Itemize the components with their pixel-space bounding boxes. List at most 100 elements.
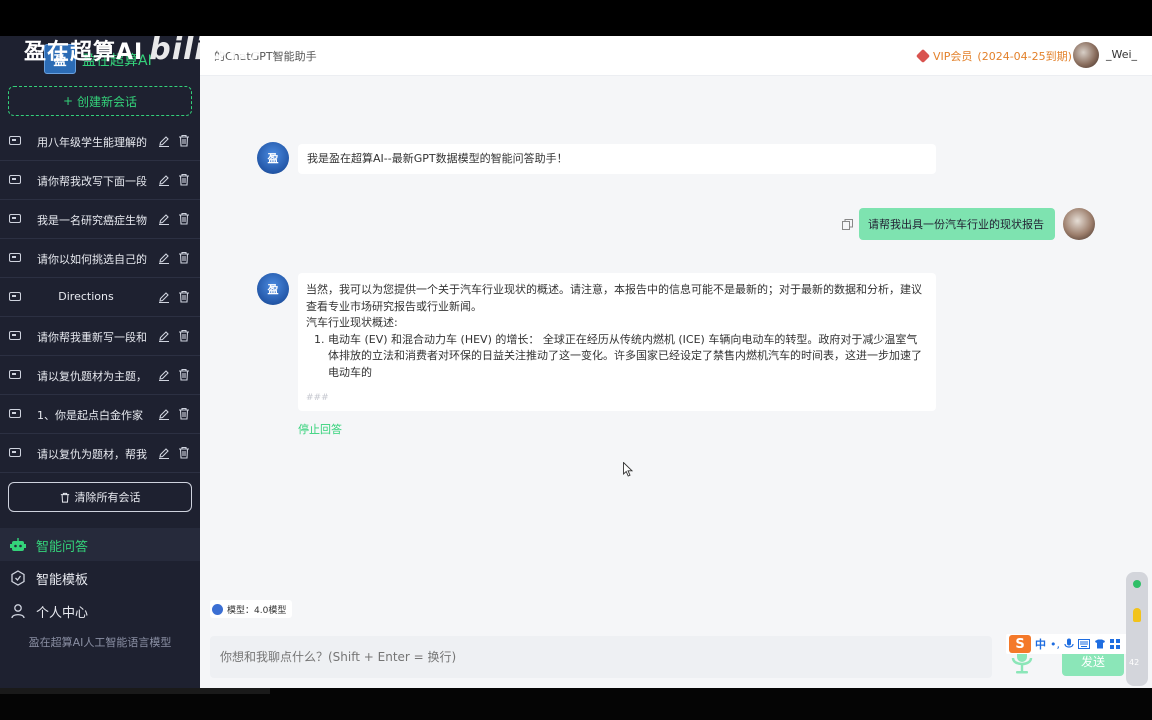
username[interactable]: _Wei_ (1106, 48, 1137, 61)
ime-punct[interactable]: •, (1050, 638, 1060, 651)
top-black-bar (0, 0, 1152, 36)
chat-item[interactable]: 请以复仇题材为主题， (0, 356, 200, 395)
bot-avatar: 盈 (257, 273, 289, 305)
chat-bubble-icon (9, 175, 21, 184)
chat-item[interactable]: 请以复仇为题材，帮我 (0, 434, 200, 473)
answer-intro: 当然，我可以为您提供一个关于汽车行业现状的概述。请注意，本报告中的信息可能不是最… (306, 283, 922, 313)
clear-all-button[interactable]: 清除所有会话 (8, 482, 192, 512)
nav-label: 智能模板 (36, 573, 89, 588)
user-icon (11, 604, 25, 619)
trash-icon[interactable] (178, 368, 190, 381)
chat-item-label: 请以复仇为题材，帮我 (37, 448, 147, 461)
bot-greeting-bubble: 我是盈在超算AI--最新GPT数据模型的智能问答助手！ (298, 144, 936, 174)
chat-item-label: 请以复仇题材为主题， (37, 370, 147, 383)
nav-label: 个人中心 (36, 606, 89, 621)
chat-bubble-icon (9, 370, 21, 379)
chat-item[interactable]: 1、你是起点白金作家 (0, 395, 200, 434)
chat-item[interactable]: 请你帮我重新写一段和 (0, 317, 200, 356)
vip-badge[interactable]: VIP会员 (2024-04-25到期) (915, 48, 1072, 64)
chat-item[interactable]: 请你以如何挑选自己的 (0, 239, 200, 278)
ime-skin-icon[interactable] (1094, 639, 1106, 649)
sidebar: 盈 盈在超算AI + 创建新会话 用八年级学生能理解的 请你帮我改写下面一段 我… (0, 36, 200, 688)
floating-widget[interactable]: 42 (1126, 572, 1148, 686)
model-label: 模型：4.0模型 (227, 605, 287, 616)
answer-list-item: 电动车 (EV) 和混合动力车 (HEV) 的增长： 全球正在经历从传统内燃机 … (328, 332, 928, 382)
plus-icon: + (62, 94, 74, 108)
chat-item[interactable]: 用八年级学生能理解的 (0, 122, 200, 161)
ime-mode[interactable]: 中 (1035, 636, 1046, 652)
chat-bubble-icon (9, 292, 21, 301)
edit-icon[interactable] (158, 291, 170, 303)
lightbulb-icon[interactable] (1133, 608, 1141, 622)
nav-personal-center[interactable]: 个人中心 (0, 594, 200, 627)
model-icon (212, 603, 223, 615)
edit-icon[interactable] (158, 174, 170, 186)
trash-icon[interactable] (178, 251, 190, 264)
chat-bubble-icon (9, 214, 21, 223)
clear-all-label: 清除所有会话 (74, 491, 141, 504)
chat-item-label: 我是一名研究癌症生物 (37, 214, 147, 227)
chat-item[interactable]: Directions (0, 278, 200, 317)
video-watermark: 盈在超算AI bilibili (24, 32, 262, 67)
nav-label: 智能问答 (36, 540, 89, 555)
bot-avatar: 盈 (257, 142, 289, 174)
new-chat-button[interactable]: + 创建新会话 (8, 86, 192, 116)
edit-icon[interactable] (158, 408, 170, 420)
chat-bubble-icon (9, 331, 21, 340)
main-panel: 的ChatGPT智能助手 VIP会员 (2024-04-25到期) _Wei_ … (200, 36, 1152, 688)
stop-answer-button[interactable]: 停止回答 (298, 421, 342, 437)
chat-item[interactable]: 请你帮我改写下面一段 (0, 161, 200, 200)
slogan: 盈在超算AI人工智能语言模型 (28, 636, 172, 649)
edit-icon[interactable] (158, 213, 170, 225)
trash-icon[interactable] (178, 290, 190, 303)
user-message-text: 请帮我出具一份汽车行业的现状报告 (868, 218, 1044, 231)
robot-icon (10, 538, 26, 551)
trash-icon[interactable] (178, 212, 190, 225)
watermark-site: bilibili (149, 32, 262, 67)
trash-icon[interactable] (178, 446, 190, 459)
chat-item-label: 用八年级学生能理解的 (37, 136, 147, 149)
chat-item-label: Directions (58, 290, 114, 303)
ime-keyboard-icon[interactable] (1078, 639, 1090, 649)
chat-item-label: 请你帮我改写下面一段 (37, 175, 147, 188)
chat-bubble-icon (9, 448, 21, 457)
nav-smart-template[interactable]: 智能模板 (0, 561, 200, 594)
trash-icon (60, 492, 69, 503)
edit-icon[interactable] (158, 135, 170, 147)
widget-value: 42 (1129, 658, 1140, 667)
avatar[interactable] (1073, 42, 1099, 68)
edit-icon[interactable] (158, 252, 170, 264)
nav-smart-qa[interactable]: 智能问答 (0, 528, 200, 561)
chat-bubble-icon (9, 253, 21, 262)
answer-heading: 汽车行业现状概述: (306, 316, 398, 329)
chat-bubble-icon (9, 136, 21, 145)
diamond-icon (915, 48, 931, 64)
vip-expiry: (2024-04-25到期) (977, 50, 1072, 63)
trash-icon[interactable] (178, 329, 190, 342)
chat-input[interactable] (210, 636, 992, 678)
trash-icon[interactable] (178, 407, 190, 420)
chat-item[interactable]: 我是一名研究癌症生物 (0, 200, 200, 239)
ime-logo-icon: S (1009, 635, 1031, 653)
ime-apps-icon[interactable] (1110, 639, 1120, 649)
ime-mic-icon[interactable] (1064, 638, 1074, 650)
screen: 盈 盈在超算AI + 创建新会话 用八年级学生能理解的 请你帮我改写下面一段 我… (0, 0, 1152, 720)
answer-tail: ### (306, 393, 329, 403)
user-message-bubble: 请帮我出具一份汽车行业的现状报告 (859, 208, 1055, 240)
copy-icon[interactable] (842, 219, 853, 230)
trash-icon[interactable] (178, 173, 190, 186)
status-dot-icon (1133, 580, 1141, 588)
main-nav: 智能问答 智能模板 个人中心 (0, 528, 200, 627)
chat-list: 用八年级学生能理解的 请你帮我改写下面一段 我是一名研究癌症生物 请你以如何挑选… (0, 122, 200, 473)
header: 的ChatGPT智能助手 VIP会员 (2024-04-25到期) _Wei_ (200, 36, 1152, 76)
model-selector[interactable]: 模型：4.0模型 (210, 600, 293, 618)
edit-icon[interactable] (158, 330, 170, 342)
watermark-brand: 盈在超算AI (24, 40, 144, 65)
edit-icon[interactable] (158, 369, 170, 381)
chat-item-label: 请你以如何挑选自己的 (37, 253, 147, 266)
chat-bubble-icon (9, 409, 21, 418)
bot-answer-bubble: 当然，我可以为您提供一个关于汽车行业现状的概述。请注意，本报告中的信息可能不是最… (298, 273, 936, 411)
answer-list: 电动车 (EV) 和混合动力车 (HEV) 的增长： 全球正在经历从传统内燃机 … (306, 332, 928, 382)
edit-icon[interactable] (158, 447, 170, 459)
trash-icon[interactable] (178, 134, 190, 147)
